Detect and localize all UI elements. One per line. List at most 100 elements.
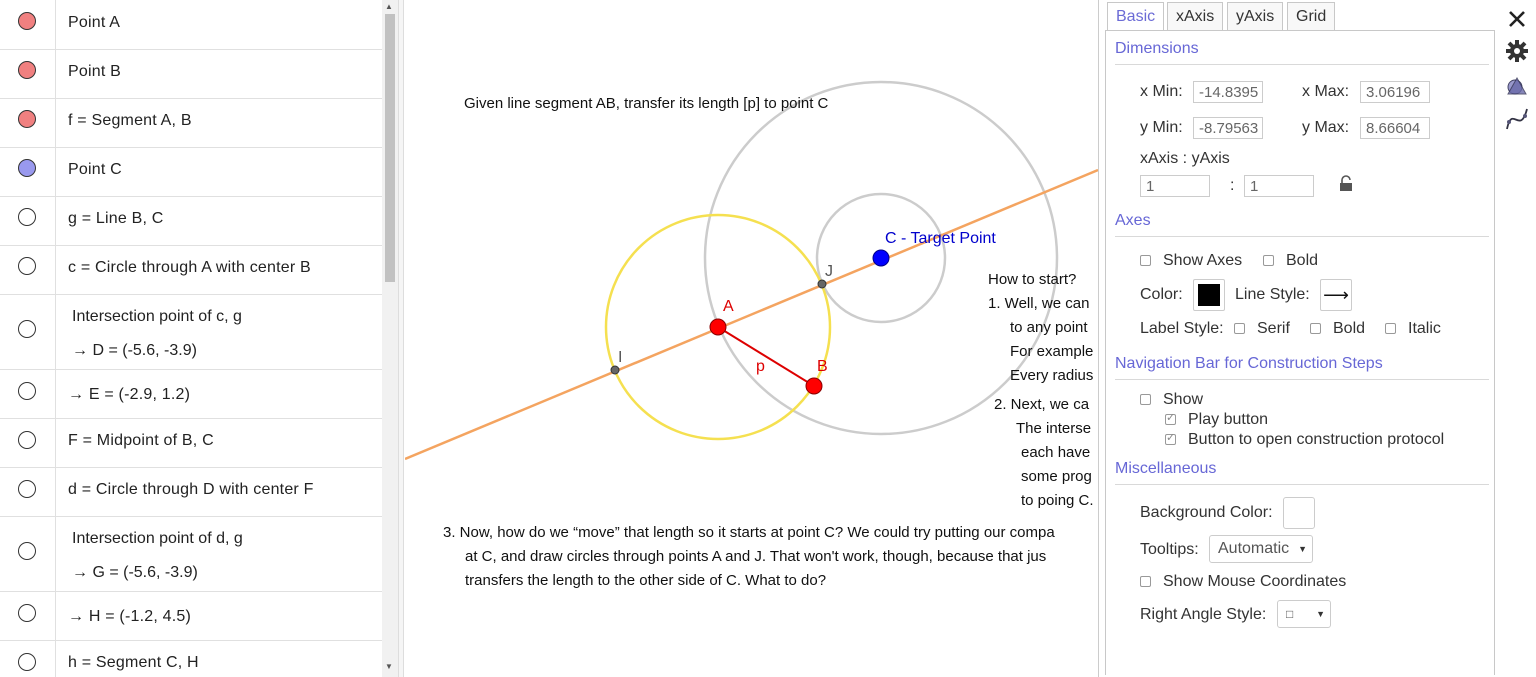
settings-content: Dimensions x Min: -14.8395 x Max: 3.0619…: [1105, 30, 1495, 675]
ymin-field[interactable]: -8.79563: [1193, 117, 1263, 139]
visibility-toggle[interactable]: [0, 640, 56, 677]
tab-yaxis[interactable]: yAxis: [1227, 2, 1284, 30]
point-c[interactable]: [872, 249, 890, 267]
scroll-up-icon[interactable]: ▲: [385, 2, 393, 11]
visibility-toggle[interactable]: [0, 0, 56, 49]
visibility-toggle[interactable]: [0, 591, 56, 640]
ratio-x-field[interactable]: 1: [1140, 175, 1210, 197]
construction-title: Given line segment AB, transfer its leng…: [464, 95, 829, 112]
visibility-dot-icon[interactable]: [18, 431, 36, 449]
visibility-dot-icon[interactable]: [18, 61, 36, 79]
algebra-row[interactable]: Point C: [0, 147, 382, 197]
bg-color-label: Background Color:: [1140, 504, 1273, 521]
algebra-row[interactable]: d = Circle through D with center F: [0, 467, 382, 517]
play-button-checkbox[interactable]: [1165, 411, 1176, 425]
visibility-toggle[interactable]: [0, 418, 56, 467]
graphics-view-icon[interactable]: [1504, 72, 1530, 98]
tooltips-select[interactable]: Automatic ▼: [1209, 535, 1313, 563]
line-style-button[interactable]: ⟶: [1320, 279, 1352, 311]
ratio-y-field[interactable]: 1: [1244, 175, 1314, 197]
bg-color-button[interactable]: [1283, 497, 1315, 529]
navbar-show-checkbox[interactable]: [1140, 394, 1151, 405]
visibility-dot-icon[interactable]: [18, 604, 36, 622]
algebra-row[interactable]: Point B: [0, 49, 382, 99]
gear-icon[interactable]: [1504, 38, 1530, 64]
algebra-row[interactable]: h = Segment C, H: [0, 640, 382, 677]
algebra-row[interactable]: F = Midpoint of B, C: [0, 418, 382, 468]
bold-label-checkbox[interactable]: [1310, 323, 1321, 334]
label-b: B: [817, 358, 828, 375]
visibility-dot-icon[interactable]: [18, 653, 36, 671]
right-angle-value: □: [1286, 607, 1294, 621]
tab-basic[interactable]: Basic: [1107, 2, 1165, 31]
algebra-item-label: g = Line B, C: [68, 210, 164, 227]
visibility-dot-icon[interactable]: [18, 480, 36, 498]
show-axes-checkbox[interactable]: [1140, 255, 1151, 266]
visibility-dot-icon[interactable]: [18, 542, 36, 560]
algebra-row[interactable]: → H = (-1.2, 4.5): [0, 591, 382, 641]
point-j[interactable]: [817, 279, 827, 289]
point-i[interactable]: [610, 365, 620, 375]
scrollbar-thumb[interactable]: [385, 14, 395, 282]
graphics-view[interactable]: A B p I J C - Target Point Given line se…: [405, 0, 1098, 677]
segment-f[interactable]: [717, 326, 815, 387]
point-a[interactable]: [709, 318, 727, 336]
algebra-row[interactable]: f = Segment A, B: [0, 98, 382, 148]
point-b[interactable]: [805, 377, 823, 395]
visibility-dot-icon[interactable]: [18, 382, 36, 400]
algebra-row[interactable]: c = Circle through A with center B: [0, 245, 382, 295]
axes-color-button[interactable]: [1193, 279, 1225, 311]
style-bar: [1498, 0, 1536, 677]
mouse-coords-checkbox[interactable]: [1140, 576, 1151, 587]
how-to-line: For example: [1010, 343, 1094, 360]
ymax-field[interactable]: 8.66604: [1360, 117, 1430, 139]
algebra-row[interactable]: Intersection point of d, g → G = (-5.6, -…: [0, 516, 382, 592]
view-divider[interactable]: [398, 0, 404, 677]
navbar-title: Navigation Bar for Construction Steps: [1115, 355, 1383, 372]
visibility-toggle[interactable]: [0, 196, 56, 245]
algebra-row[interactable]: g = Line B, C: [0, 196, 382, 246]
close-icon[interactable]: [1504, 6, 1530, 32]
tab-xaxis[interactable]: xAxis: [1167, 2, 1224, 30]
settings-panel: Basic xAxis yAxis Grid Dimensions x Min:…: [1098, 0, 1498, 677]
visibility-dot-icon[interactable]: [18, 110, 36, 128]
visibility-toggle[interactable]: [0, 516, 56, 591]
tooltips-label: Tooltips:: [1140, 541, 1199, 558]
graph-curve-icon[interactable]: [1504, 106, 1530, 132]
visibility-toggle[interactable]: [0, 49, 56, 98]
visibility-toggle[interactable]: [0, 98, 56, 147]
protocol-button-checkbox[interactable]: [1165, 431, 1176, 445]
step3-line: transfers the length to the other side o…: [465, 572, 827, 589]
italic-checkbox[interactable]: [1385, 323, 1396, 334]
serif-checkbox[interactable]: [1234, 323, 1245, 334]
visibility-toggle[interactable]: [0, 245, 56, 294]
label-p: p: [756, 358, 765, 375]
algebra-row[interactable]: Point A: [0, 0, 382, 50]
tooltips-value: Automatic: [1218, 540, 1290, 557]
xmin-field[interactable]: -14.8395: [1193, 81, 1263, 103]
visibility-toggle[interactable]: [0, 147, 56, 196]
visibility-dot-icon[interactable]: [18, 12, 36, 30]
visibility-toggle[interactable]: [0, 294, 56, 369]
dimensions-title: Dimensions: [1115, 40, 1199, 57]
show-axes-label: Show Axes: [1163, 252, 1243, 269]
label-i: I: [618, 349, 622, 366]
bold-axes-checkbox[interactable]: [1263, 255, 1274, 266]
visibility-dot-icon[interactable]: [18, 159, 36, 177]
tab-grid[interactable]: Grid: [1287, 2, 1336, 30]
visibility-toggle[interactable]: [0, 369, 56, 418]
algebra-scrollbar[interactable]: ▲ ▼: [382, 0, 398, 677]
visibility-dot-icon[interactable]: [18, 257, 36, 275]
right-angle-select[interactable]: □ ▼: [1277, 600, 1331, 628]
visibility-dot-icon[interactable]: [18, 208, 36, 226]
algebra-row[interactable]: → E = (-2.9, 1.2): [0, 369, 382, 419]
lock-icon[interactable]: [1338, 175, 1356, 193]
label-a: A: [723, 298, 734, 315]
xmax-field[interactable]: 3.06196: [1360, 81, 1430, 103]
how-to-line: The interse: [1016, 420, 1092, 437]
algebra-row[interactable]: Intersection point of c, g → D = (-5.6, -…: [0, 294, 382, 370]
visibility-toggle[interactable]: [0, 467, 56, 516]
scroll-down-icon[interactable]: ▼: [385, 662, 393, 671]
protocol-button-label: Button to open construction protocol: [1188, 431, 1445, 448]
visibility-dot-icon[interactable]: [18, 320, 36, 338]
